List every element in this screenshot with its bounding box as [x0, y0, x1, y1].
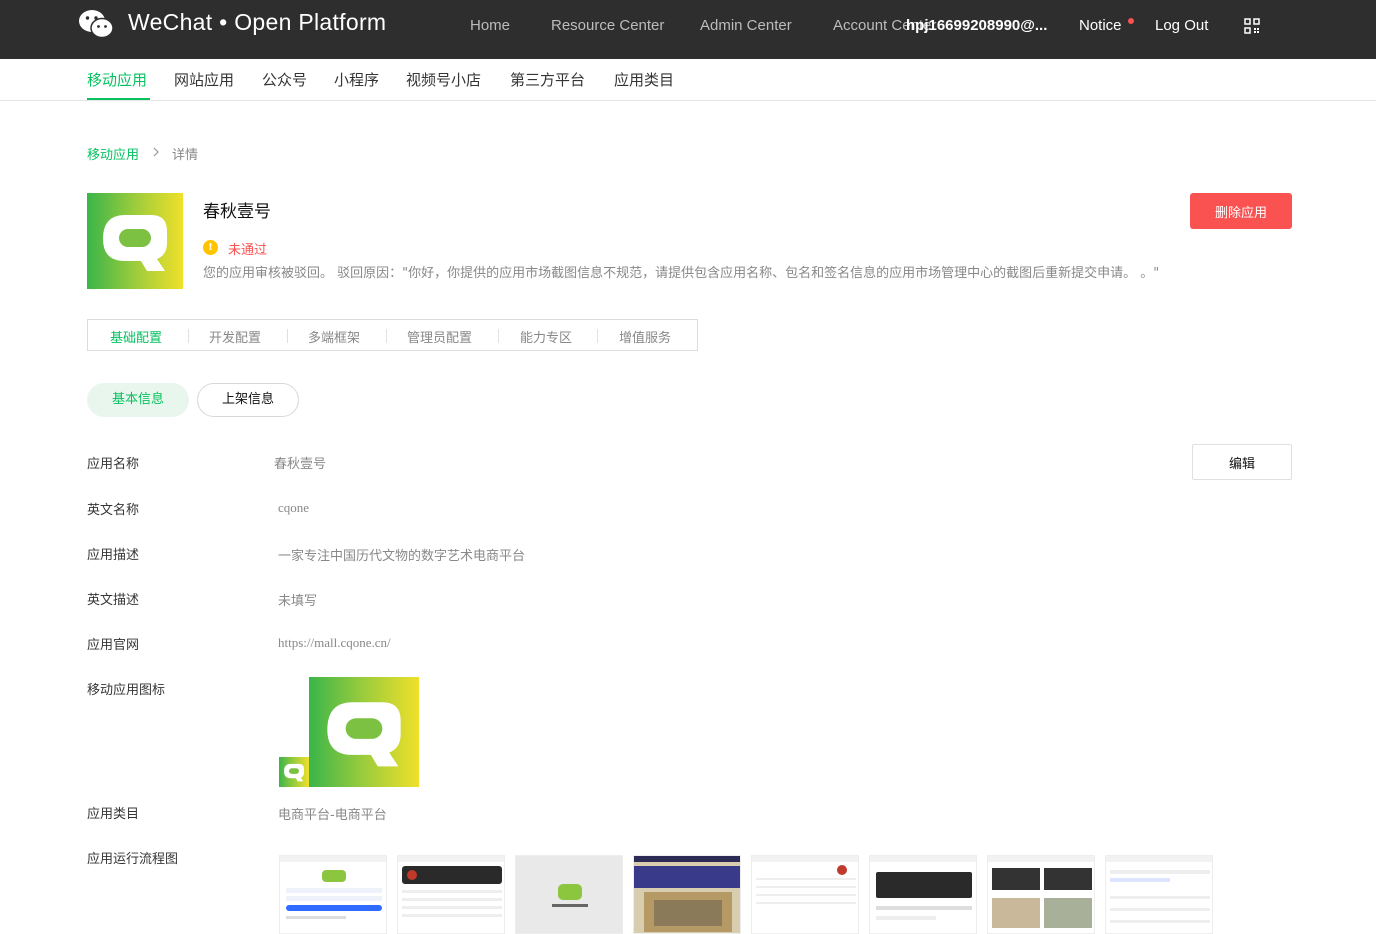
- app-icon-small: [279, 757, 309, 787]
- pill-basic-info[interactable]: 基本信息: [87, 383, 189, 417]
- flow-screenshot[interactable]: [279, 855, 387, 934]
- field-value-description: 一家专注中国历代文物的数字艺术电商平台: [278, 549, 526, 564]
- category-nav: 移动应用 网站应用 公众号 小程序 视频号小店 第三方平台 应用类目: [0, 59, 1376, 101]
- field-value-english-description: 未填写: [278, 594, 318, 609]
- tab-multi-framework[interactable]: 多端框架: [308, 327, 360, 346]
- notice-dot: [1128, 18, 1134, 24]
- nav-home[interactable]: Home: [470, 17, 510, 34]
- flow-screenshot[interactable]: [987, 855, 1095, 934]
- subnav-third-party[interactable]: 第三方平台: [510, 69, 585, 90]
- field-value-category: 电商平台-电商平台: [278, 808, 387, 823]
- flow-screenshot[interactable]: [397, 855, 505, 934]
- field-label-flowchart: 应用运行流程图: [87, 852, 179, 867]
- field-label-english-description: 英文描述: [87, 593, 140, 608]
- breadcrumb-parent[interactable]: 移动应用: [87, 144, 139, 163]
- active-tab-indicator: [87, 98, 150, 100]
- subnav-website-app[interactable]: 网站应用: [174, 69, 234, 90]
- field-label-app-icon: 移动应用图标: [87, 683, 166, 698]
- field-value-english-name: cqone: [278, 500, 310, 515]
- flow-screenshot[interactable]: [515, 855, 623, 934]
- top-bar: WeChat • Open Platform Home Resource Cen…: [0, 0, 1376, 59]
- brand-title[interactable]: WeChat • Open Platform: [128, 9, 386, 36]
- qr-code-icon[interactable]: [1244, 18, 1260, 34]
- tab-value-added[interactable]: 增值服务: [619, 327, 671, 346]
- wechat-logo-icon[interactable]: [78, 8, 114, 40]
- review-status: 未通过: [228, 243, 268, 258]
- tab-capabilities[interactable]: 能力专区: [520, 327, 572, 346]
- warning-icon: !: [203, 240, 218, 255]
- subnav-app-category[interactable]: 应用类目: [614, 69, 674, 90]
- app-name: 春秋壹号: [203, 202, 271, 222]
- field-value-website: https://mall.cqone.cn/: [278, 635, 391, 650]
- field-label-category: 应用类目: [87, 807, 140, 822]
- flow-screenshot[interactable]: [1105, 855, 1213, 934]
- tab-dev-config[interactable]: 开发配置: [209, 327, 261, 346]
- breadcrumb-current: 详情: [172, 148, 199, 163]
- logout-link[interactable]: Log Out: [1155, 17, 1208, 34]
- tab-divider: [386, 329, 387, 343]
- tab-divider: [498, 329, 499, 343]
- field-label-website: 应用官网: [87, 638, 140, 653]
- tab-admin-config[interactable]: 管理员配置: [407, 327, 472, 346]
- tab-divider: [287, 329, 288, 343]
- field-label-english-name: 英文名称: [87, 503, 140, 518]
- nav-admin-center[interactable]: Admin Center: [700, 17, 792, 34]
- flow-screenshot[interactable]: [751, 855, 859, 934]
- field-label-description: 应用描述: [87, 548, 140, 563]
- field-value-app-name: 春秋壹号: [274, 457, 327, 472]
- subnav-mobile-app[interactable]: 移动应用: [87, 69, 147, 90]
- tab-divider: [188, 329, 189, 343]
- field-label-app-name: 应用名称: [87, 457, 140, 472]
- subnav-mini-program[interactable]: 小程序: [334, 69, 379, 90]
- app-icon-large: [309, 677, 419, 787]
- notice-link[interactable]: Notice: [1079, 17, 1122, 34]
- flow-screenshot[interactable]: [869, 855, 977, 934]
- pill-listing-info[interactable]: 上架信息: [197, 383, 299, 417]
- user-account[interactable]: hpj16699208990@...: [906, 17, 1047, 34]
- chevron-right-icon: [153, 147, 159, 157]
- reject-reason: 您的应用审核被驳回。 驳回原因："你好，你提供的应用市场截图信息不规范，请提供包…: [203, 266, 1160, 281]
- app-logo: [87, 193, 183, 289]
- nav-resource-center[interactable]: Resource Center: [551, 17, 664, 34]
- tab-basic-config[interactable]: 基础配置: [110, 327, 162, 346]
- subnav-official-account[interactable]: 公众号: [262, 69, 307, 90]
- config-tabs: 基础配置 开发配置 多端框架 管理员配置 能力专区 增值服务: [87, 319, 698, 351]
- flow-screenshot[interactable]: [633, 855, 741, 934]
- subnav-channels-shop[interactable]: 视频号小店: [406, 69, 481, 90]
- tab-divider: [597, 329, 598, 343]
- delete-app-button[interactable]: 删除应用: [1190, 193, 1292, 229]
- edit-button[interactable]: 编辑: [1192, 444, 1292, 480]
